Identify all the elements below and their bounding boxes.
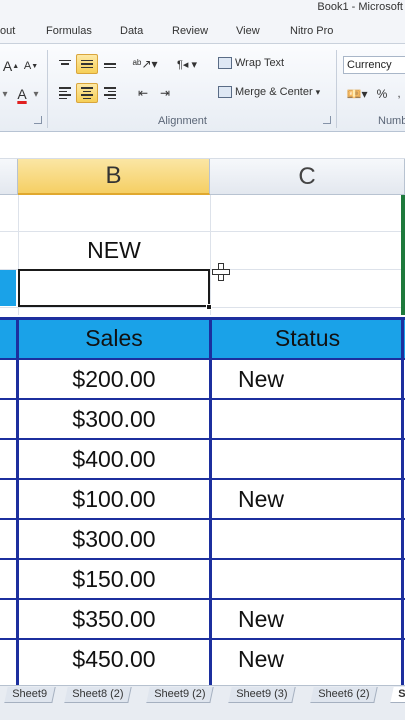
sheet-tab[interactable]: Sheet6 (2) (310, 687, 379, 703)
tab-formulas[interactable]: Formulas (46, 25, 92, 37)
grow-font-button[interactable]: A ▲ (2, 56, 20, 76)
table-border-right (401, 317, 404, 685)
table-border-mid (209, 317, 212, 685)
align-right-button[interactable] (99, 83, 121, 103)
group-separator (336, 50, 337, 128)
number-format-select[interactable]: Currency (343, 56, 405, 74)
ribbon-tabs: out Formulas Data Review View Nitro Pro (0, 20, 405, 44)
window-title: Book1 - Microsoft (317, 1, 403, 13)
tab-data[interactable]: Data (120, 25, 143, 37)
formula-bar-area (0, 133, 405, 159)
group-separator (47, 50, 48, 128)
table-header-sales[interactable]: Sales (18, 319, 210, 358)
table-cell-sales[interactable]: $100.00 (18, 479, 210, 519)
table-cell-status[interactable]: New (210, 599, 402, 639)
sheet-tab[interactable]: Sheet9 (2) (146, 687, 215, 703)
cell-a3-fill[interactable] (0, 270, 16, 306)
table-cell-sales[interactable]: $450.00 (18, 639, 210, 679)
table-border-left (16, 317, 19, 685)
table-cell-sales[interactable]: $350.00 (18, 599, 210, 639)
table-cell-a[interactable] (0, 359, 16, 399)
alignment-dialog-launcher-icon[interactable] (323, 116, 331, 124)
table-cell-a[interactable] (0, 399, 16, 439)
table-cell-a[interactable] (0, 559, 16, 599)
tab-page-layout[interactable]: out (0, 25, 15, 37)
column-header-c[interactable]: C (210, 159, 405, 195)
sheet-tab[interactable]: Sheet9 (3) (228, 687, 297, 703)
table-cell-sales[interactable]: $400.00 (18, 439, 210, 479)
align-left-button[interactable] (54, 83, 76, 103)
mouse-cursor-icon (212, 263, 230, 281)
table-cell-status[interactable]: New (210, 639, 402, 679)
font-dialog-launcher-icon[interactable] (34, 116, 42, 124)
wrap-text-icon (218, 57, 232, 69)
align-middle-button[interactable] (76, 54, 98, 74)
column-header-a[interactable] (0, 159, 18, 195)
table-cell-a[interactable] (0, 519, 16, 559)
align-center-button[interactable] (76, 83, 98, 103)
alignment-group-label: Alignment (158, 115, 207, 127)
wrap-text-button[interactable]: Wrap Text (218, 57, 284, 69)
tab-view[interactable]: View (236, 25, 260, 37)
table-cell-status[interactable] (210, 519, 402, 559)
table-cell-status[interactable] (210, 399, 402, 439)
merge-center-button[interactable]: Merge & Center ▾ (218, 86, 320, 98)
table-cell-a[interactable] (0, 639, 16, 679)
table-cell-sales[interactable]: $150.00 (18, 559, 210, 599)
table-cell-a[interactable] (0, 479, 16, 519)
cell-b2[interactable]: NEW (18, 231, 210, 269)
align-top-button[interactable] (54, 54, 76, 74)
fill-handle[interactable] (206, 304, 212, 310)
merge-center-icon (218, 86, 232, 98)
percent-style-button[interactable]: % (374, 84, 390, 104)
selected-cell-b3[interactable] (18, 269, 210, 307)
shrink-font-button[interactable]: A ▼ (22, 56, 40, 76)
increase-indent-button[interactable]: ⇥ (154, 83, 176, 103)
accounting-format-button[interactable]: 💴▾ (344, 84, 370, 104)
table-cell-status[interactable]: New (210, 479, 402, 519)
orientation-button[interactable]: ᵃᵇ↗▾ (130, 54, 160, 74)
table-cell-sales[interactable]: $200.00 (18, 359, 210, 399)
table-header-status[interactable]: Status (210, 319, 405, 358)
text-direction-button[interactable]: ¶◂ ▾ (172, 54, 202, 74)
gridline (210, 195, 211, 315)
font-color-dropdown-icon[interactable]: ▾ (32, 84, 40, 104)
comma-style-button[interactable]: , (392, 84, 405, 104)
table-cell-a[interactable] (0, 439, 16, 479)
worksheet-edge (401, 195, 405, 315)
title-bar: Book1 - Microsoft (0, 0, 405, 20)
table-cell-a[interactable] (0, 599, 16, 639)
table-cell-status[interactable] (210, 439, 402, 479)
sheet-tab-active[interactable]: S (390, 687, 405, 703)
gridline (0, 307, 405, 308)
sheet-tab-bar: Sheet9 Sheet8 (2) Sheet9 (2) Sheet9 (3) … (0, 685, 405, 720)
table-cell-status[interactable] (210, 559, 402, 599)
sheet-tab[interactable]: Sheet9 (4, 687, 56, 703)
table-cell-status[interactable]: New (210, 359, 402, 399)
number-group-label: Numb (378, 115, 405, 127)
ribbon: A ▲ A ▼ ▾ A ▾ ᵃᵇ↗▾ ¶◂ ▾ ⇤ ⇥ Wrap Text Merg… (0, 44, 405, 132)
sheet-tab[interactable]: Sheet8 (2) (64, 687, 133, 703)
column-header-b[interactable]: B (18, 159, 210, 195)
tab-nitro-pro[interactable]: Nitro Pro (290, 25, 333, 37)
table-cell-sales[interactable]: $300.00 (18, 399, 210, 439)
table-cell-sales[interactable]: $300.00 (18, 519, 210, 559)
tab-review[interactable]: Review (172, 25, 208, 37)
table-border-top (0, 317, 405, 320)
font-color-button[interactable]: A (12, 84, 32, 104)
fill-dropdown-icon[interactable]: ▾ (0, 84, 10, 104)
align-bottom-button[interactable] (99, 54, 121, 74)
decrease-indent-button[interactable]: ⇤ (132, 83, 154, 103)
